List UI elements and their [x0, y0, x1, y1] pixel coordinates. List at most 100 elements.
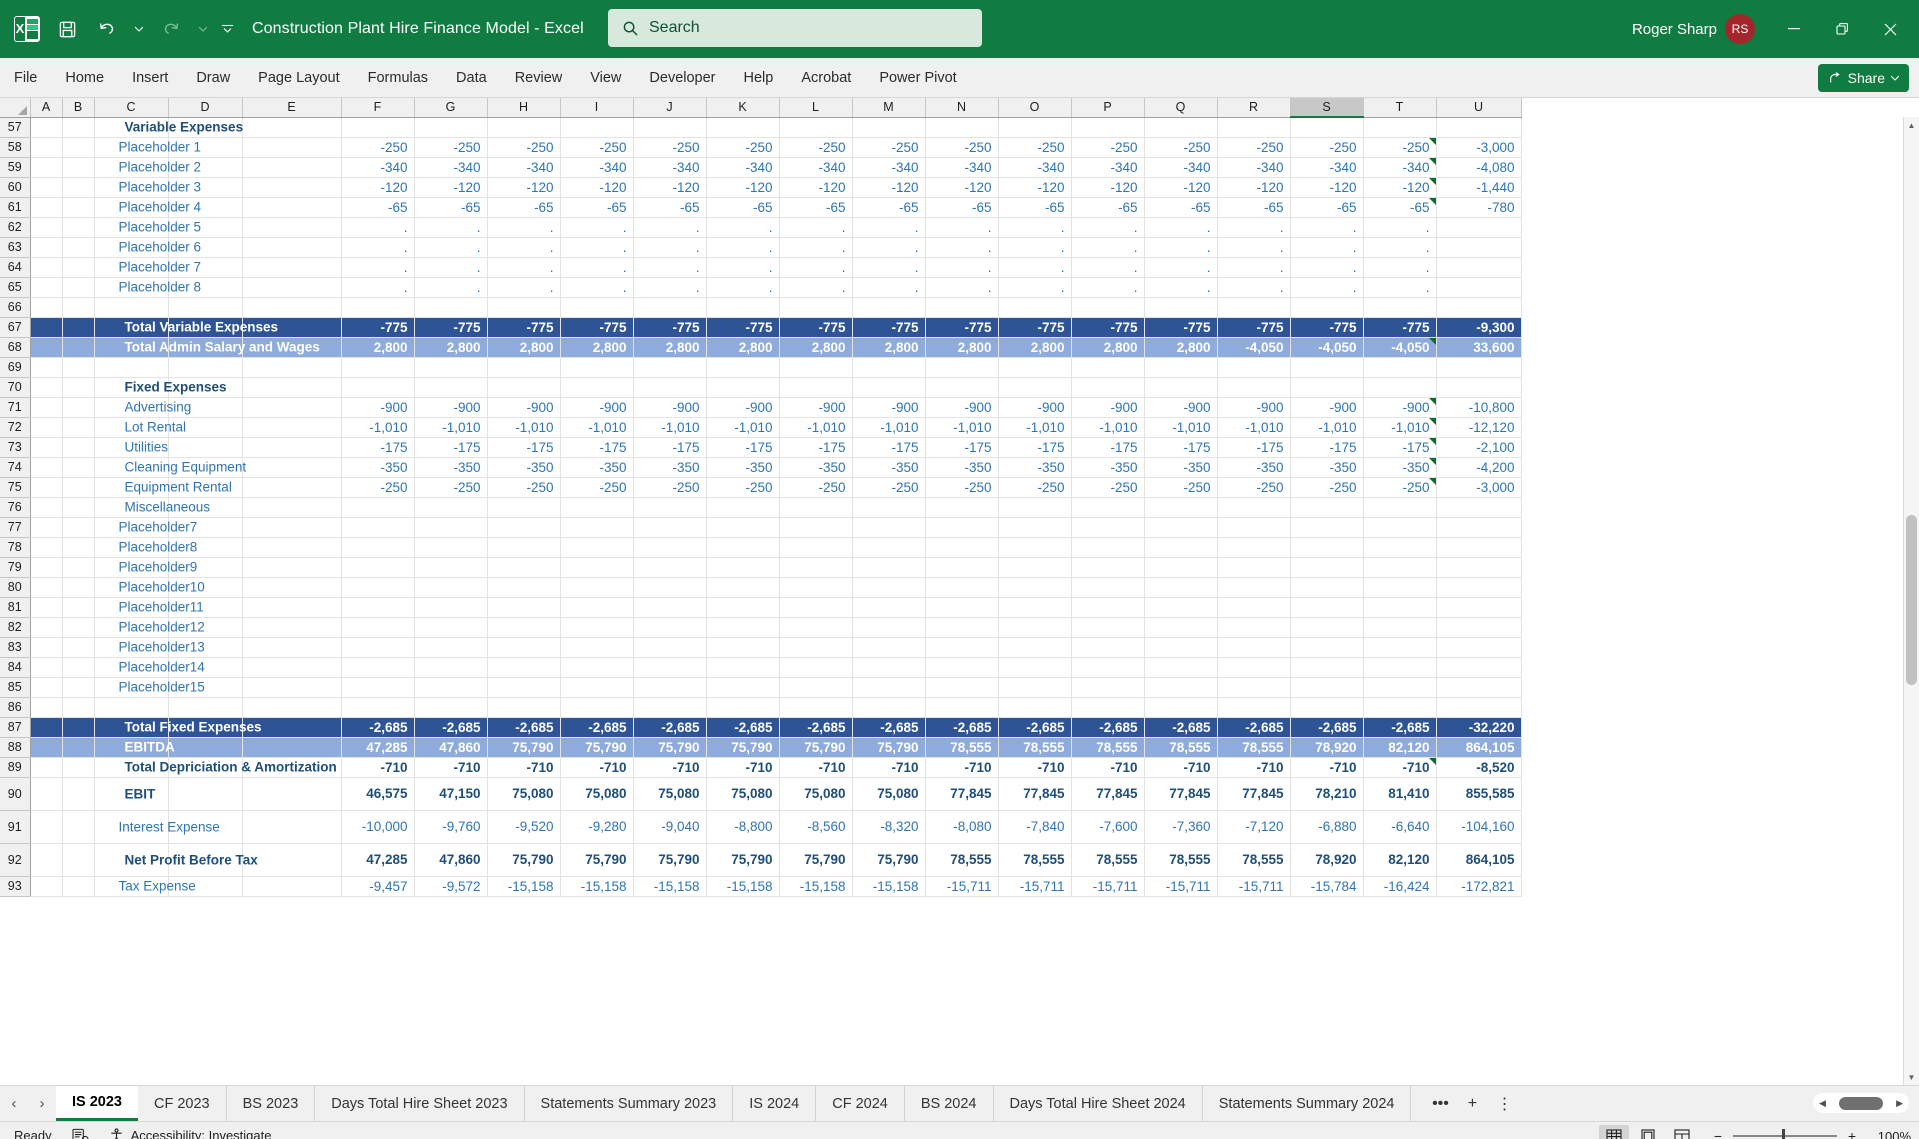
cell-H87[interactable]: -2,685	[487, 717, 561, 738]
cell-U59[interactable]: -4,080	[1436, 157, 1522, 178]
cell-O64[interactable]: .	[998, 257, 1072, 278]
cell-S79[interactable]	[1290, 557, 1364, 578]
column-header-f[interactable]: F	[341, 98, 415, 118]
cell-K80[interactable]	[706, 577, 780, 598]
cell-L68[interactable]: 2,800	[779, 337, 853, 358]
cell-A77[interactable]	[30, 517, 63, 538]
cell-K64[interactable]: .	[706, 257, 780, 278]
cell-J74[interactable]: -350	[633, 457, 707, 478]
cell-Q84[interactable]	[1144, 657, 1218, 678]
column-header-k[interactable]: K	[706, 98, 780, 118]
cell-O81[interactable]	[998, 597, 1072, 618]
cell-G69[interactable]	[414, 357, 488, 378]
hscroll-left-icon[interactable]: ◀	[1819, 1098, 1826, 1109]
row-header-81[interactable]: 81	[0, 597, 31, 618]
vertical-scrollbar[interactable]: ▲ ▼	[1903, 117, 1919, 1085]
cell-L78[interactable]	[779, 537, 853, 558]
page-layout-icon[interactable]	[1633, 1125, 1663, 1139]
row-header-67[interactable]: 67	[0, 317, 31, 338]
cell-E76[interactable]	[242, 497, 342, 518]
cell-A75[interactable]	[30, 477, 63, 498]
table-row[interactable]: 81 Placeholder11	[0, 597, 1522, 618]
cell-K92[interactable]: 75,790	[706, 843, 780, 877]
cell-A84[interactable]	[30, 657, 63, 678]
cell-R65[interactable]: .	[1217, 277, 1291, 298]
table-row[interactable]: 63 Placeholder 6...............	[0, 237, 1522, 258]
cell-K87[interactable]: -2,685	[706, 717, 780, 738]
column-header-g[interactable]: G	[414, 98, 488, 118]
cell-S77[interactable]	[1290, 517, 1364, 538]
cell-J58[interactable]: -250	[633, 137, 707, 158]
ribbon-tab-view[interactable]: View	[576, 58, 635, 97]
ribbon-tab-developer[interactable]: Developer	[635, 58, 729, 97]
cell-G73[interactable]: -175	[414, 437, 488, 458]
cell-G77[interactable]	[414, 517, 488, 538]
sheet-nav-next-icon[interactable]: ›	[28, 1086, 56, 1121]
cell-T67[interactable]: -775	[1363, 317, 1437, 338]
cell-U58[interactable]: -3,000	[1436, 137, 1522, 158]
cell-U81[interactable]	[1436, 597, 1522, 618]
cell-R81[interactable]	[1217, 597, 1291, 618]
cell-N60[interactable]: -120	[925, 177, 999, 198]
row-header-69[interactable]: 69	[0, 357, 31, 378]
cell-C62[interactable]: Placeholder 5	[94, 217, 201, 238]
cell-I67[interactable]: -775	[560, 317, 634, 338]
add-sheet-button[interactable]: +	[1457, 1089, 1487, 1119]
cell-F74[interactable]: -350	[341, 457, 415, 478]
cell-S84[interactable]	[1290, 657, 1364, 678]
table-row[interactable]: 57 Variable Expenses	[0, 117, 1522, 138]
cell-R76[interactable]	[1217, 497, 1291, 518]
row-header-68[interactable]: 68	[0, 337, 31, 358]
cell-M61[interactable]: -65	[852, 197, 926, 218]
cell-N72[interactable]: -1,010	[925, 417, 999, 438]
scroll-down-icon[interactable]: ▼	[1904, 1069, 1919, 1085]
cell-I89[interactable]: -710	[560, 757, 634, 778]
cell-R87[interactable]: -2,685	[1217, 717, 1291, 738]
cell-M57[interactable]	[852, 117, 926, 138]
cell-B59[interactable]	[62, 157, 95, 178]
cell-B57[interactable]: Variable Expenses	[62, 117, 243, 138]
cell-U72[interactable]: -12,120	[1436, 417, 1522, 438]
cell-P70[interactable]	[1071, 377, 1145, 398]
row-header-64[interactable]: 64	[0, 257, 31, 278]
ribbon-tab-insert[interactable]: Insert	[118, 58, 182, 97]
cell-N61[interactable]: -65	[925, 197, 999, 218]
cell-B93[interactable]	[62, 876, 95, 897]
cell-G79[interactable]	[414, 557, 488, 578]
cell-R83[interactable]	[1217, 637, 1291, 658]
cell-P59[interactable]: -340	[1071, 157, 1145, 178]
cell-H81[interactable]	[487, 597, 561, 618]
cell-B68[interactable]: Total Admin Salary and Wages	[62, 337, 320, 358]
cell-J76[interactable]	[633, 497, 707, 518]
cell-T66[interactable]	[1363, 297, 1437, 318]
cell-L62[interactable]: .	[779, 217, 853, 238]
cell-T92[interactable]: 82,120	[1363, 843, 1437, 877]
record-macro-button[interactable]	[62, 1128, 99, 1139]
cell-E70[interactable]	[242, 377, 342, 398]
close-button[interactable]	[1867, 0, 1913, 58]
cell-Q77[interactable]	[1144, 517, 1218, 538]
column-header-j[interactable]: J	[633, 98, 707, 118]
cell-N92[interactable]: 78,555	[925, 843, 999, 877]
column-header-l[interactable]: L	[779, 98, 853, 118]
cell-P65[interactable]: .	[1071, 277, 1145, 298]
column-header-u[interactable]: U	[1436, 98, 1522, 118]
cell-K62[interactable]: .	[706, 217, 780, 238]
table-row[interactable]: 85 Placeholder15	[0, 677, 1522, 698]
cell-P79[interactable]	[1071, 557, 1145, 578]
cell-E90[interactable]	[242, 777, 342, 811]
cell-A82[interactable]	[30, 617, 63, 638]
cell-T73[interactable]: -175	[1363, 437, 1437, 458]
cell-Q58[interactable]: -250	[1144, 137, 1218, 158]
cell-E62[interactable]	[242, 217, 342, 238]
select-all-corner[interactable]	[0, 98, 31, 118]
cell-P93[interactable]: -15,711	[1071, 876, 1145, 897]
cell-D66[interactable]	[168, 297, 243, 318]
cell-U84[interactable]	[1436, 657, 1522, 678]
ribbon-tab-file[interactable]: File	[0, 58, 51, 97]
cell-T70[interactable]	[1363, 377, 1437, 398]
cell-P91[interactable]: -7,600	[1071, 810, 1145, 844]
cell-A72[interactable]	[30, 417, 63, 438]
sheet-tab-statements-summary-2023[interactable]: Statements Summary 2023	[525, 1086, 734, 1121]
cell-L79[interactable]	[779, 557, 853, 578]
